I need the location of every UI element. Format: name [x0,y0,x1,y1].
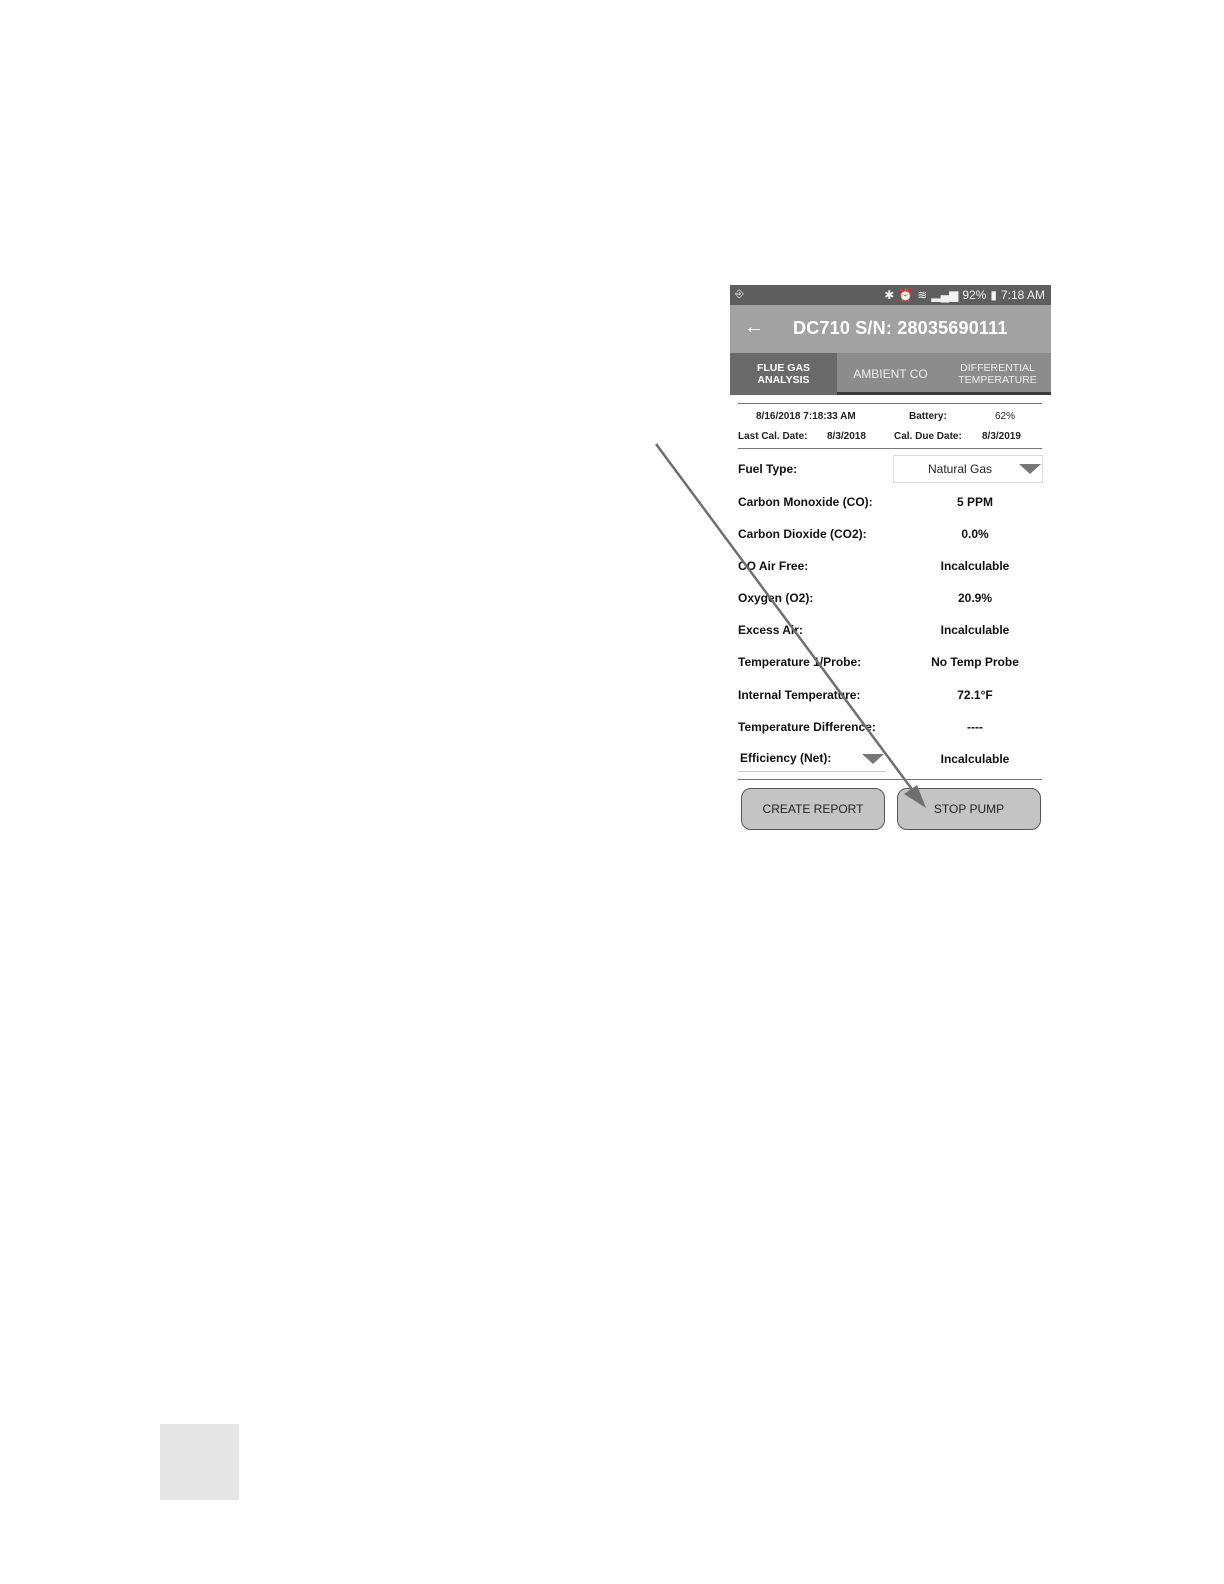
divider [738,779,1042,780]
efficiency-value: Incalculable [940,752,1010,766]
reading-label: Oxygen (O2): [738,591,814,605]
bluetooth-icon: ✱ [884,288,895,302]
screen-mirror-icon: ⎆ [735,288,744,300]
reading-row: CO Air Free: Incalculable [738,556,1042,576]
reading-row: Internal Temperature: 72.1°F [738,685,1042,705]
reading-label: Carbon Dioxide (CO2): [738,527,867,541]
reading-row: Carbon Monoxide (CO): 5 PPM [738,492,1042,512]
stop-pump-button[interactable]: STOP PUMP [897,788,1041,830]
info-row-date: 8/16/2018 7:18:33 AM Battery: 62% [738,409,1042,425]
reading-row: Oxygen (O2): 20.9% [738,588,1042,608]
reading-row: Excess Air: Incalculable [738,620,1042,640]
cal-due-label: Cal. Due Date: [894,431,962,442]
reading-label: Internal Temperature: [738,688,861,702]
divider [738,448,1042,449]
battery-icon: ▮ [990,288,997,302]
reading-value: 0.0% [961,527,989,541]
reading-value: 20.9% [957,591,993,605]
reading-label: Excess Air: [738,623,803,637]
cal-due-value: 8/3/2019 [982,431,1021,442]
info-row-cal: Last Cal. Date: 8/3/2018 Cal. Due Date: … [738,429,1042,445]
page-corner-block [160,1424,239,1500]
reading-label: CO Air Free: [738,559,809,573]
reading-value: 5 PPM [956,495,993,509]
page-title: DC710 S/N: 28035690111 [793,318,1008,338]
reading-value: Incalculable [940,623,1010,637]
create-report-button[interactable]: CREATE REPORT [741,788,885,830]
fuel-type-label: Fuel Type: [738,462,798,476]
reading-value: 72.1°F [957,688,993,702]
tab-bar: FLUE GAS ANALYSIS AMBIENT CO DIFFERENTIA… [730,353,1051,395]
datetime-text: 8/16/2018 7:18:33 AM [756,411,856,422]
battery-value: 62% [995,411,1016,422]
reading-label: Temperature Difference: [738,720,876,734]
reading-row: Carbon Dioxide (CO2): 0.0% [738,524,1042,544]
tab-flue-gas-analysis[interactable]: FLUE GAS ANALYSIS [730,353,837,395]
phone-screenshot: ⎆ ✱ ⏰ ≋ ▂▄▆ 92% ▮ 7:18 AM ← DC710 S/N: 2… [730,285,1051,840]
app-bar: ← DC710 S/N: 28035690111 [730,305,1051,353]
wifi-icon: ≋ [917,288,928,302]
battery-label: Battery: [909,411,947,422]
alarm-icon: ⏰ [898,288,914,302]
tab-label: FLUE GAS [756,362,811,374]
tab-label: DIFFERENTIAL [960,362,1035,374]
reading-value: Incalculable [940,559,1010,573]
status-bar: ⎆ ✱ ⏰ ≋ ▂▄▆ 92% ▮ 7:18 AM [730,285,1051,305]
divider [738,403,1042,404]
last-cal-label: Last Cal. Date: [738,431,808,442]
reading-row: Temperature Difference: ---- [738,717,1042,737]
reading-label: Temperature 1/Probe: [738,655,862,669]
status-icons: ✱ ⏰ ≋ ▂▄▆ 92% ▮ 7:18 AM [884,288,1045,302]
reading-row: Temperature 1/Probe: No Temp Probe [738,652,1042,672]
fuel-type-dropdown[interactable]: Natural Gas [893,455,1043,483]
reading-value: No Temp Probe [931,655,1019,669]
fuel-type-value: Natural Gas [928,462,993,476]
tab-underline [837,392,1051,395]
reading-label: Carbon Monoxide (CO): [738,495,873,509]
reading-value: ---- [967,720,983,734]
tab-differential-temperature[interactable]: DIFFERENTIAL TEMPERATURE [944,353,1051,395]
status-time: 7:18 AM [1000,288,1045,302]
signal-icon: ▂▄▆ [931,288,959,302]
arrow-left-icon[interactable]: ← [744,316,764,339]
battery-percent: 92% [962,288,987,302]
chevron-down-icon [1019,464,1041,474]
tab-ambient-co[interactable]: AMBIENT CO [837,353,944,395]
last-cal-value: 8/3/2018 [827,431,866,442]
tab-label: AMBIENT CO [853,367,928,381]
tab-label: ANALYSIS [757,374,810,386]
efficiency-row: Incalculable [738,749,1042,769]
tab-label: TEMPERATURE [958,374,1037,386]
